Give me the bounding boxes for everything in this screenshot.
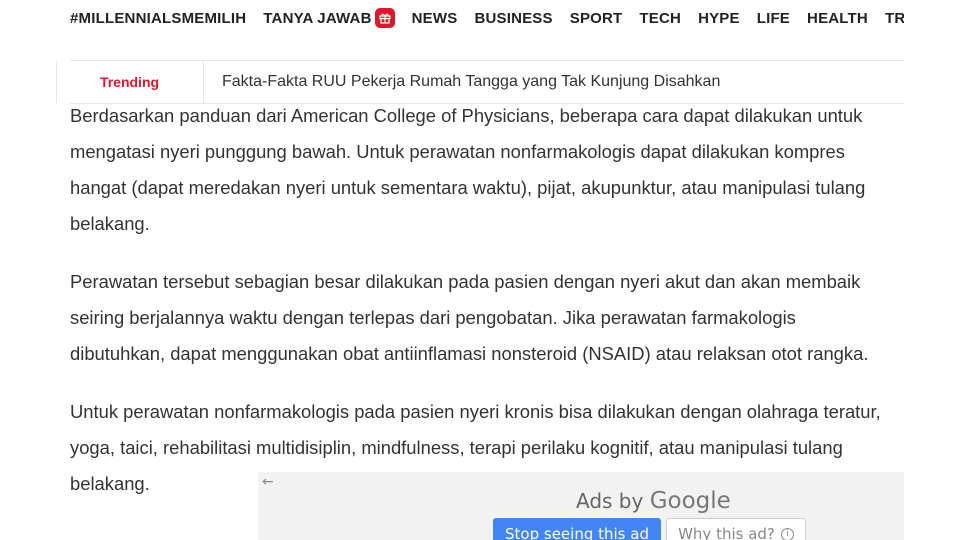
nav-item-millennialsmemilih[interactable]: #MILLENNIALSMEMILIH (70, 10, 246, 27)
ads-by-text: Ads by (576, 489, 650, 513)
ad-feedback-overlay: ← Ads by Google Stop seeing this ad Why … (258, 472, 904, 540)
nav-item-news[interactable]: NEWS (412, 10, 458, 27)
why-this-ad-button[interactable]: Why this ad? i (666, 518, 806, 540)
nav-label: TANYA JAWAB (263, 9, 372, 27)
article-paragraph: Berdasarkan panduan dari American Colleg… (70, 105, 866, 234)
info-icon: i (780, 528, 794, 540)
nav-label: #MILLENNIALSMEMILIH (70, 9, 247, 27)
nav-item-business[interactable]: BUSINESS (474, 10, 552, 27)
nav-label: NEWS (411, 9, 458, 27)
article-body: Berdasarkan panduan dari American Colleg… (70, 98, 890, 524)
nav-item-tech[interactable]: TECH (639, 10, 681, 27)
nav-label: HYPE (698, 9, 740, 27)
nav-label: TRAVEL (884, 9, 904, 27)
nav-item-tanya-jawab[interactable]: TANYA JAWAB (263, 8, 395, 28)
nav-item-hype[interactable]: HYPE (698, 10, 740, 27)
nav-item-sport[interactable]: SPORT (570, 10, 623, 27)
trending-headline-link[interactable]: Fakta-Fakta RUU Pekerja Rumah Tangga yan… (204, 73, 720, 91)
nav-label: HEALTH (807, 9, 868, 27)
back-arrow-icon[interactable]: ← (262, 474, 274, 490)
article-paragraph: Perawatan tersebut sebagian besar dilaku… (70, 271, 869, 364)
nav-item-health[interactable]: HEALTH (807, 10, 868, 27)
nav-item-travel[interactable]: TRAVEL (885, 10, 904, 27)
nav-item-life[interactable]: LIFE (757, 10, 790, 27)
nav-label: LIFE (756, 9, 791, 27)
stop-seeing-ad-label: Stop seeing this ad (505, 525, 649, 540)
top-navigation: #MILLENNIALSMEMILIH TANYA JAWAB NEWS BUS… (0, 0, 904, 36)
nav-label: BUSINESS (474, 9, 553, 27)
why-this-ad-label: Why this ad? (678, 525, 775, 540)
stop-seeing-ad-button[interactable]: Stop seeing this ad (493, 518, 661, 540)
nav-label: TECH (639, 9, 682, 27)
gift-icon (374, 8, 395, 28)
trending-label: Trending (56, 61, 204, 103)
google-logo-text: Google (649, 488, 731, 514)
nav-label: SPORT (569, 9, 623, 27)
ads-by-google-label: Ads by Google (576, 488, 731, 514)
